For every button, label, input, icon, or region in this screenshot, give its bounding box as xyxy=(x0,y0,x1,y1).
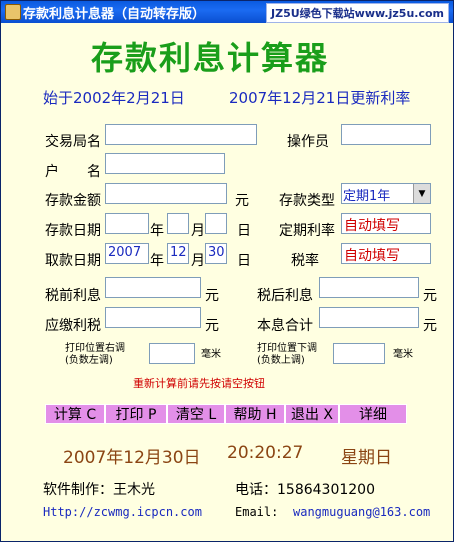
print-right-label-a: 打印位置右调 xyxy=(65,343,125,354)
withdraw-day-input[interactable]: 30 xyxy=(205,243,227,264)
deposit-month-unit: 月 xyxy=(191,223,205,239)
after-tax-interest-label: 税后利息 xyxy=(257,288,313,304)
button-bar: 计算 C 打印 P 清空 L 帮助 H 退出 X 详细 xyxy=(45,404,407,424)
print-button[interactable]: 打印 P xyxy=(105,404,167,424)
deposit-day-input[interactable] xyxy=(205,213,227,234)
operator-input[interactable] xyxy=(341,124,431,145)
exit-button[interactable]: 退出 X xyxy=(285,404,339,424)
email-link[interactable]: wangmuguang@163.com xyxy=(293,505,430,519)
withdraw-month-input[interactable]: 12 xyxy=(167,243,189,264)
pre-tax-interest-unit: 元 xyxy=(205,288,219,304)
tax-payable-field[interactable] xyxy=(105,307,201,328)
withdraw-year-input[interactable]: 2007 xyxy=(105,243,149,264)
print-right-label-b: (负数左调) xyxy=(65,355,113,366)
pre-tax-interest-label: 税前利息 xyxy=(45,288,101,304)
status-weekday: 星期日 xyxy=(341,448,392,468)
app-window: 存款利息计息器（自动转存版） JZ5U绿色下载站www.jz5u.com 存款利… xyxy=(0,0,454,542)
website-link[interactable]: Http://zcwmg.icpcn.com xyxy=(43,505,202,519)
deposit-year-input[interactable] xyxy=(105,213,149,234)
tax-rate-field[interactable]: 自动填写 xyxy=(341,243,431,264)
watermark: JZ5U绿色下载站www.jz5u.com xyxy=(266,3,449,23)
withdraw-day-unit: 日 xyxy=(237,253,251,269)
print-down-label-a: 打印位置下调 xyxy=(257,343,317,354)
help-button[interactable]: 帮助 H xyxy=(225,404,285,424)
app-title: 存款利息计算器 xyxy=(91,39,330,77)
withdraw-month-unit: 月 xyxy=(191,253,205,269)
print-down-label-b: (负数上调) xyxy=(257,355,305,366)
deposit-type-select[interactable]: 定期1年 ▼ xyxy=(341,183,431,204)
status-time: 20:20:27 xyxy=(227,443,304,463)
branch-input[interactable] xyxy=(105,124,257,145)
amount-label: 存款金额 xyxy=(45,193,101,209)
print-down-unit: 毫米 xyxy=(393,349,413,360)
pre-tax-interest-field[interactable] xyxy=(105,277,201,298)
form-area: 存款利息计算器 始于2002年2月21日 2007年12月21日更新利率 交易局… xyxy=(1,23,453,541)
fixed-rate-label: 定期利率 xyxy=(279,223,335,239)
title-bar[interactable]: 存款利息计息器（自动转存版） JZ5U绿色下载站www.jz5u.com xyxy=(1,1,453,23)
account-label-a: 户 xyxy=(45,164,59,180)
amount-input[interactable] xyxy=(105,183,227,204)
withdraw-date-label: 取款日期 xyxy=(45,253,101,269)
print-right-unit: 毫米 xyxy=(201,349,221,360)
email-label: Email: xyxy=(235,505,279,519)
dropdown-arrow-icon[interactable]: ▼ xyxy=(413,184,430,203)
withdraw-year-unit: 年 xyxy=(150,253,164,269)
operator-label: 操作员 xyxy=(287,134,329,150)
after-tax-interest-field[interactable] xyxy=(319,277,419,298)
app-icon xyxy=(5,4,21,20)
deposit-day-unit: 日 xyxy=(237,223,251,239)
tax-payable-unit: 元 xyxy=(205,318,219,334)
principal-total-label: 本息合计 xyxy=(257,318,313,334)
branch-label: 交易局名 xyxy=(45,134,101,150)
clear-button[interactable]: 清空 L xyxy=(167,404,225,424)
status-date: 2007年12月30日 xyxy=(63,448,201,468)
since-date: 始于2002年2月21日 xyxy=(43,89,185,107)
account-name-input[interactable] xyxy=(105,153,225,174)
recalc-note: 重新计算前请先按请空按钮 xyxy=(133,377,265,390)
print-down-offset-input[interactable] xyxy=(333,343,385,364)
fixed-rate-field[interactable]: 自动填写 xyxy=(341,213,431,234)
deposit-type-label: 存款类型 xyxy=(279,193,335,209)
tax-payable-label: 应缴利税 xyxy=(45,318,101,334)
principal-total-unit: 元 xyxy=(423,318,437,334)
after-tax-interest-unit: 元 xyxy=(423,288,437,304)
principal-total-field[interactable] xyxy=(319,307,419,328)
deposit-year-unit: 年 xyxy=(150,223,164,239)
author-text: 软件制作：王木光 xyxy=(43,482,155,498)
amount-unit: 元 xyxy=(235,193,249,209)
tax-rate-label: 税率 xyxy=(291,253,319,269)
deposit-month-input[interactable] xyxy=(167,213,189,234)
print-right-offset-input[interactable] xyxy=(149,343,195,364)
window-title: 存款利息计息器（自动转存版） xyxy=(23,7,206,22)
phone-text: 电话：15864301200 xyxy=(235,482,375,498)
deposit-type-value: 定期1年 xyxy=(343,185,413,204)
deposit-date-label: 存款日期 xyxy=(45,223,101,239)
updated-note: 2007年12月21日更新利率 xyxy=(229,89,411,107)
calc-button[interactable]: 计算 C xyxy=(45,404,105,424)
account-label-b: 名 xyxy=(87,164,101,180)
detail-button[interactable]: 详细 xyxy=(339,404,407,424)
